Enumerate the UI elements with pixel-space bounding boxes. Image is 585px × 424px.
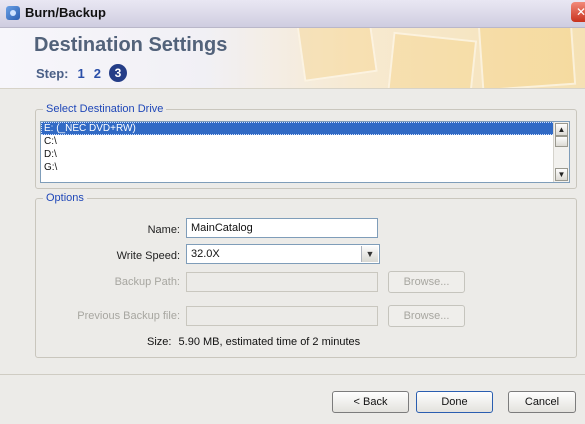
previous-backup-input[interactable] <box>186 306 378 326</box>
step-1[interactable]: 1 <box>78 66 85 81</box>
back-button[interactable]: < Back <box>332 391 409 413</box>
window-title: Burn/Backup <box>25 5 106 20</box>
decorative-photo-graphic <box>296 28 378 82</box>
browse-previous-backup-button[interactable]: Browse... <box>388 305 465 327</box>
previous-backup-label: Previous Backup file: <box>77 310 180 322</box>
close-button[interactable]: ✕ <box>571 2 585 22</box>
cancel-button[interactable]: Cancel <box>508 391 576 413</box>
drive-listbox[interactable]: E: (_NEC DVD+RW) C:\ D:\ G:\ ▲ ▼ <box>40 121 570 183</box>
destination-drive-legend: Select Destination Drive <box>46 103 164 115</box>
write-speed-label: Write Speed: <box>116 250 180 262</box>
size-value: 5.90 MB, estimated time of 2 minutes <box>178 336 361 348</box>
done-button[interactable]: Done <box>416 391 493 413</box>
write-speed-value: 32.0X <box>191 248 220 260</box>
app-icon <box>6 6 20 20</box>
scroll-up-icon[interactable]: ▲ <box>555 123 568 136</box>
backup-path-input[interactable] <box>186 272 378 292</box>
footer-separator <box>0 374 585 375</box>
burn-backup-window: Burn/Backup ✕ Destination Settings Step:… <box>0 0 585 424</box>
step-2[interactable]: 2 <box>94 66 101 81</box>
size-label: Size: <box>147 336 172 348</box>
step-label: Step: <box>36 65 69 81</box>
backup-path-label: Backup Path: <box>114 276 180 288</box>
name-input[interactable]: MainCatalog <box>186 218 378 238</box>
size-summary: Size: 5.90 MB, estimated time of 2 minut… <box>147 336 360 348</box>
title-bar[interactable]: Burn/Backup ✕ <box>0 0 585 28</box>
decorative-photo-graphic <box>386 31 478 88</box>
chevron-down-icon[interactable]: ▼ <box>361 246 378 262</box>
wizard-header: Destination Settings Step: 1 2 3 <box>0 28 585 89</box>
write-speed-select[interactable]: 32.0X ▼ <box>186 244 380 264</box>
drive-item[interactable]: G:\ <box>41 161 569 174</box>
drive-item[interactable]: D:\ <box>41 148 569 161</box>
drive-item[interactable]: E: (_NEC DVD+RW) <box>41 122 569 135</box>
step-indicator: Step: 1 2 3 <box>36 64 127 82</box>
page-title: Destination Settings <box>34 34 228 56</box>
name-label: Name: <box>147 224 180 236</box>
options-legend: Options <box>46 192 84 204</box>
drive-item[interactable]: C:\ <box>41 135 569 148</box>
step-3-current: 3 <box>108 64 127 82</box>
scroll-thumb[interactable] <box>555 136 568 147</box>
drive-list-scrollbar[interactable]: ▲ ▼ <box>553 122 569 182</box>
decorative-photo-graphic <box>477 28 577 88</box>
scroll-down-icon[interactable]: ▼ <box>555 168 568 181</box>
browse-backup-path-button[interactable]: Browse... <box>388 271 465 293</box>
